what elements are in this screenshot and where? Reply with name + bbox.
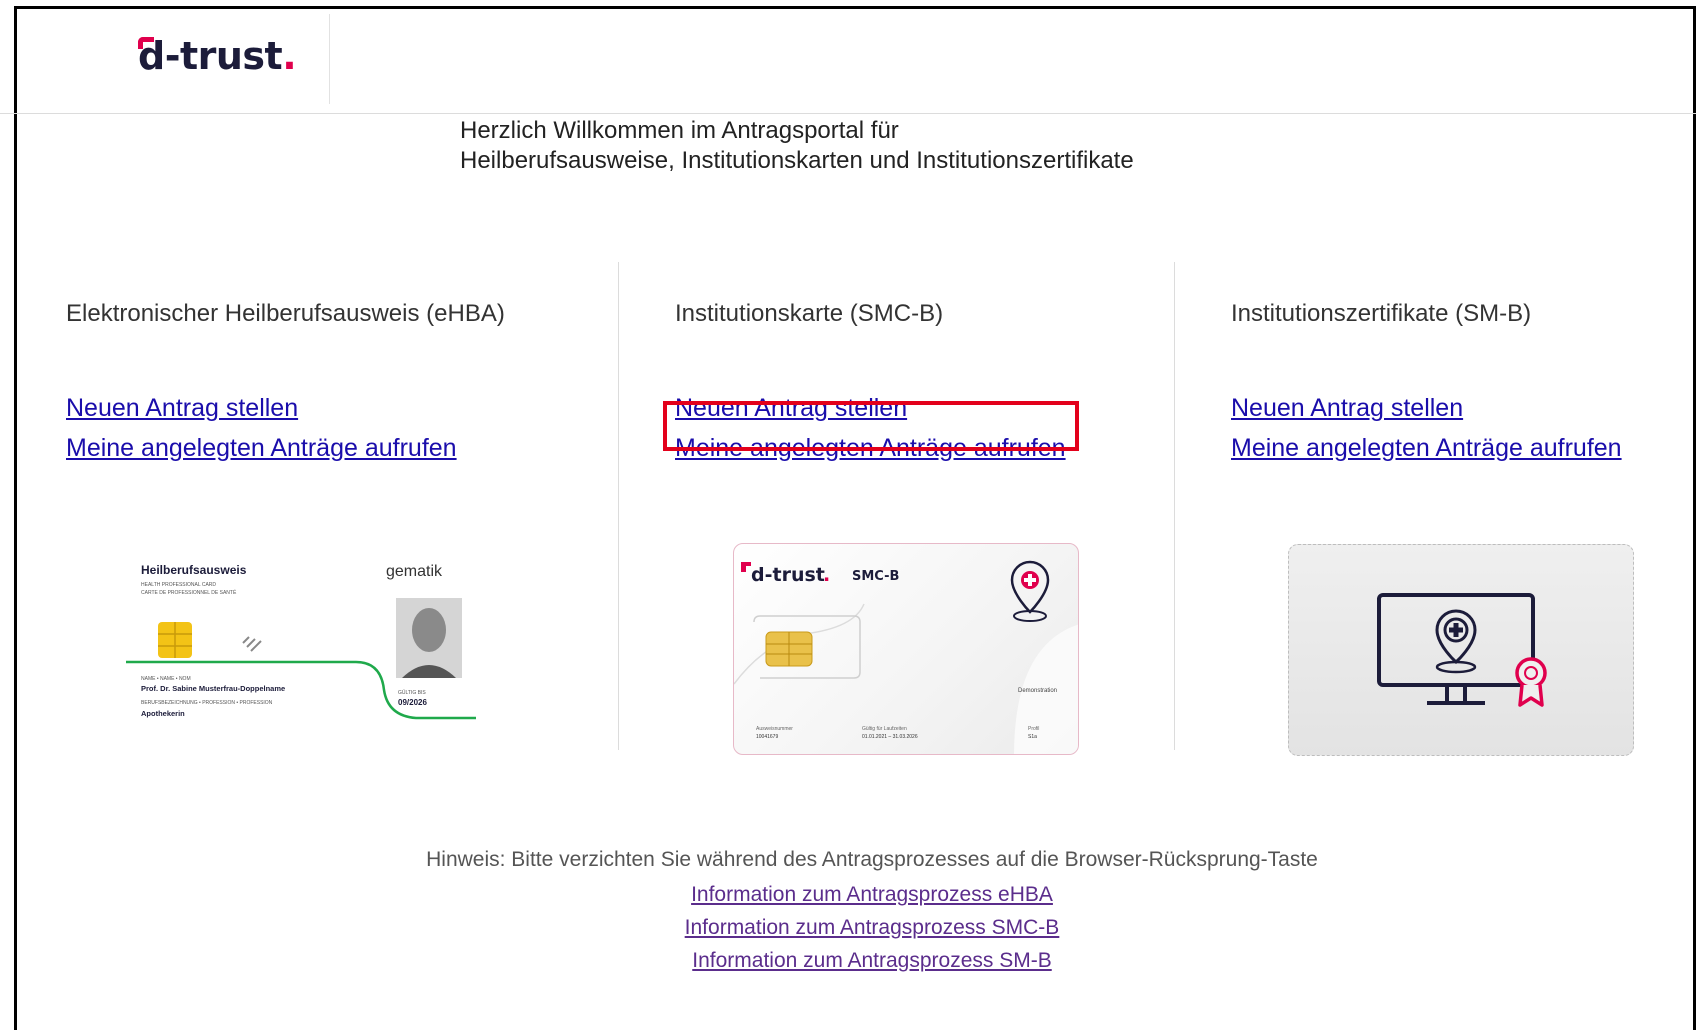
ehba-title: Elektronischer Heilberufsausweis (eHBA) bbox=[66, 300, 505, 327]
browser-back-hint: Hinweis: Bitte verzichten Sie während de… bbox=[426, 848, 1318, 871]
chip-icon bbox=[158, 622, 192, 658]
info-smcb-link[interactable]: Information zum Antragsprozess SMC-B bbox=[48, 911, 1696, 944]
smb-title: Institutionszertifikate (SM-B) bbox=[1231, 300, 1532, 327]
ehba-card-graphic: Heilberufsausweis HEALTH PROFESSIONAL CA… bbox=[126, 563, 476, 720]
ehba-card-name: Prof. Dr. Sabine Musterfrau-Doppelname bbox=[141, 684, 285, 693]
column-smb: Institutionszertifikate (SM-B) Neuen Ant… bbox=[1231, 300, 1622, 468]
column-divider-2 bbox=[1174, 262, 1175, 750]
welcome-text: Herzlich Willkommen im Antragsportal für… bbox=[460, 116, 1134, 176]
smcb-field1-value: 10041679 bbox=[756, 734, 778, 740]
contactless-icon bbox=[242, 636, 262, 652]
info-smb-link[interactable]: Information zum Antragsprozess SM-B bbox=[48, 944, 1696, 977]
smb-new-request-link[interactable]: Neuen Antrag stellen bbox=[1231, 388, 1622, 428]
location-medical-icon bbox=[1010, 560, 1050, 622]
ehba-card-valid: 09/2026 bbox=[398, 698, 427, 707]
smb-certificate-image bbox=[1288, 544, 1634, 756]
ehba-my-requests-link[interactable]: Meine angelegten Anträge aufrufen bbox=[66, 428, 505, 468]
d-trust-logo[interactable]: d-trust. bbox=[138, 34, 297, 94]
monitor-certificate-icon bbox=[1377, 593, 1547, 707]
d-trust-logo-mark: d-trust. bbox=[138, 34, 297, 78]
site-header: d-trust. bbox=[0, 0, 1696, 114]
svg-text:.: . bbox=[823, 564, 830, 586]
ehba-card-issuer: gematik bbox=[386, 563, 443, 580]
ehba-card-sub1: HEALTH PROFESSIONAL CARD bbox=[141, 582, 216, 588]
ehba-card-image: Heilberufsausweis HEALTH PROFESSIONAL CA… bbox=[126, 540, 476, 750]
ehba-links: Neuen Antrag stellen Meine angelegten An… bbox=[66, 388, 505, 468]
ehba-card-profession: Apothekerin bbox=[141, 709, 185, 718]
ehba-card-valid-label: GÜLTIG BIS bbox=[398, 689, 426, 696]
logo-text: d-trust bbox=[138, 34, 283, 78]
smcb-field2-label: Gültig für Laufzeiten bbox=[862, 726, 907, 732]
logo-corner-icon bbox=[138, 37, 154, 49]
smb-my-requests-link[interactable]: Meine angelegten Anträge aufrufen bbox=[1231, 428, 1622, 468]
smcb-card-image: d-trust . SMC-B Demonstration Ausweisnum… bbox=[733, 543, 1079, 755]
smcb-field2-value: 01.01.2021 – 31.03.2026 bbox=[862, 734, 918, 740]
smcb-field3-label: Profil bbox=[1028, 726, 1039, 732]
ehba-card-sub2: CARTE DE PROFESSIONNEL DE SANTÉ bbox=[141, 589, 237, 596]
highlight-box bbox=[663, 401, 1079, 451]
welcome-line-2: Heilberufsausweise, Institutionskarten u… bbox=[460, 147, 1134, 174]
ehba-card-title: Heilberufsausweis bbox=[141, 563, 247, 577]
smcb-card-graphic: d-trust . SMC-B Demonstration Ausweisnum… bbox=[734, 560, 1078, 754]
smcb-card-logo: d-trust bbox=[751, 564, 825, 586]
ehba-card-name-label: NAME • NAME • NOM bbox=[141, 676, 191, 682]
chip-icon bbox=[765, 631, 813, 667]
portrait-photo bbox=[396, 598, 462, 678]
ehba-card-profession-label: BERUFSBEZEICHNUNG • PROFESSION • PROFESS… bbox=[141, 700, 273, 706]
smcb-card-type: SMC-B bbox=[852, 569, 899, 584]
column-divider-1 bbox=[618, 262, 619, 750]
column-ehba: Elektronischer Heilberufsausweis (eHBA) … bbox=[66, 300, 505, 468]
footer: Hinweis: Bitte verzichten Sie während de… bbox=[0, 848, 1696, 977]
smcb-title: Institutionskarte (SMC-B) bbox=[675, 300, 944, 327]
smcb-field1-label: Ausweisnummer bbox=[756, 726, 793, 732]
smb-links: Neuen Antrag stellen Meine angelegten An… bbox=[1231, 388, 1622, 468]
welcome-line-1: Herzlich Willkommen im Antragsportal für bbox=[460, 117, 899, 144]
ehba-new-request-link[interactable]: Neuen Antrag stellen bbox=[66, 388, 505, 428]
info-ehba-link[interactable]: Information zum Antragsprozess eHBA bbox=[48, 878, 1696, 911]
header-divider bbox=[329, 14, 330, 104]
smcb-field3-value: S1a bbox=[1028, 734, 1037, 740]
smcb-card-role: Demonstration bbox=[1018, 688, 1057, 694]
logo-dot: . bbox=[282, 34, 297, 78]
